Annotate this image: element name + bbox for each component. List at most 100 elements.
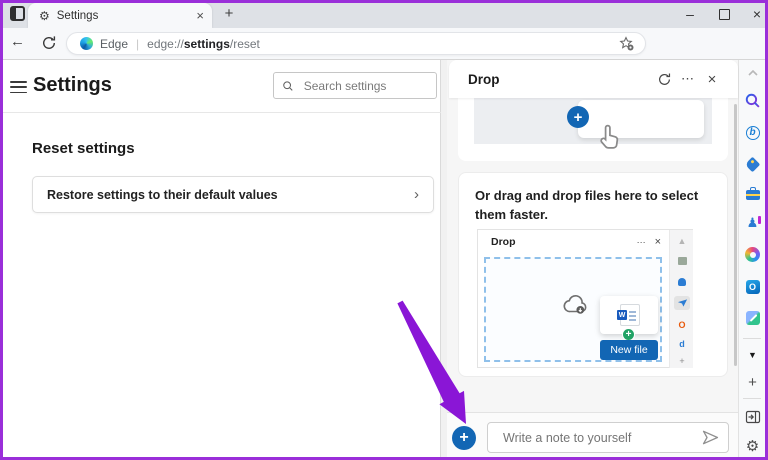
bing-chat-icon: b xyxy=(746,126,760,140)
drag-drop-text: Or drag and drop files here to select th… xyxy=(475,186,715,224)
drop-screenshot: Drop ⋯ × W + xyxy=(477,229,693,368)
sidebar-tools-button[interactable] xyxy=(742,184,763,205)
sidebar-search-button[interactable] xyxy=(742,90,763,111)
sidebar-panel-toggle-button[interactable] xyxy=(742,406,763,427)
sync-icon xyxy=(657,72,672,87)
mini-drop-header: Drop ⋯ × xyxy=(478,230,669,254)
restore-settings-row[interactable]: Restore settings to their default values… xyxy=(32,176,434,213)
address-url: edge://settings/reset xyxy=(147,37,260,51)
drop-panel-title: Drop xyxy=(468,72,652,87)
sidebar-divider-2 xyxy=(743,398,761,399)
mini-icon-image xyxy=(674,254,690,268)
note-input-box[interactable] xyxy=(487,422,729,453)
send-icon[interactable] xyxy=(701,429,720,446)
mini-sidebar: ▲ O d + xyxy=(669,230,693,368)
note-composer: + xyxy=(447,412,738,457)
panel-more-options-button[interactable]: ⋯ xyxy=(676,67,700,91)
star-gear-icon xyxy=(619,36,635,52)
sidebar-search-icon xyxy=(744,92,761,109)
maximize-button[interactable] xyxy=(709,0,739,28)
address-engine-label: Edge xyxy=(100,37,128,51)
edge-logo-icon xyxy=(80,37,93,50)
sidebar-games-button[interactable]: ♟ xyxy=(742,212,763,233)
mini-icon-arrow: ▲ xyxy=(674,234,690,248)
tab-gear-icon: ⚙ xyxy=(39,10,50,22)
panel-scrollbar[interactable] xyxy=(734,104,737,366)
hand-cursor-icon xyxy=(600,124,622,150)
drag-drop-card: Or drag and drop files here to select th… xyxy=(458,172,728,377)
search-icon xyxy=(282,79,294,93)
word-logo: W xyxy=(617,310,627,320)
tab-close-icon[interactable]: × xyxy=(196,9,204,22)
toolbox-icon xyxy=(746,190,760,200)
close-window-button[interactable]: × xyxy=(742,0,768,28)
panel-close-button[interactable]: × xyxy=(700,67,724,91)
sidebar-designer-button[interactable] xyxy=(742,307,763,328)
refresh-icon xyxy=(41,35,57,51)
sidebar-scroll-up-icon[interactable] xyxy=(742,62,763,83)
sidebar-bing-chat-button[interactable]: b xyxy=(742,122,763,143)
sidebar-settings-button[interactable]: ⚙ xyxy=(742,436,763,457)
minimize-button[interactable]: – xyxy=(675,0,705,28)
browser-window: ⚙ Settings × + – × ← Edge | edge://setti… xyxy=(0,0,768,460)
url-emphasis: settings xyxy=(184,37,230,51)
settings-search-box[interactable] xyxy=(273,72,437,99)
restore-settings-label: Restore settings to their default values xyxy=(47,188,414,202)
mini-icon-person xyxy=(674,275,690,289)
mini-icon-office: O xyxy=(674,318,690,332)
mini-icon-plus: + xyxy=(674,354,690,368)
tab-settings[interactable]: ⚙ Settings × xyxy=(28,3,212,28)
settings-search-input[interactable] xyxy=(302,78,428,94)
note-input[interactable] xyxy=(501,430,701,446)
address-bar[interactable]: Edge | edge://settings/reset xyxy=(66,32,646,55)
sidebar-add-button[interactable]: + xyxy=(742,372,763,393)
tab-actions-icon[interactable] xyxy=(10,6,25,21)
edge-sidebar: b ♟ O ▼ + ⚙ xyxy=(738,60,765,457)
chevron-right-icon: › xyxy=(414,186,419,203)
mini-icon-drop-selected xyxy=(674,296,690,310)
address-divider: | xyxy=(136,37,139,51)
sidebar-outlook-button[interactable]: O xyxy=(742,276,763,297)
refresh-button[interactable] xyxy=(41,35,57,56)
drop-intro-card: + xyxy=(458,98,728,161)
maximize-icon xyxy=(719,9,730,20)
drop-illustration: + xyxy=(474,98,712,144)
settings-page: Settings Reset settings Restore settings… xyxy=(0,60,441,457)
drop-panel: Drop ⋯ × + xyxy=(447,60,738,457)
games-pawn-icon: ♟ xyxy=(747,216,759,229)
sync-button[interactable] xyxy=(652,67,676,91)
sidebar-gear-icon: ⚙ xyxy=(746,439,759,454)
tab-title: Settings xyxy=(57,10,197,22)
settings-menu-icon[interactable] xyxy=(10,81,27,94)
page-title: Settings xyxy=(33,74,112,97)
word-file-icon: W xyxy=(620,304,640,326)
illustration-composer-box: + xyxy=(578,100,704,138)
favorite-this-page-button[interactable] xyxy=(619,36,635,52)
mini-icon-blue-app: d xyxy=(674,337,690,351)
mini-more-icon: ⋯ xyxy=(637,237,647,248)
microsoft-365-icon xyxy=(745,247,760,262)
new-file-badge: New file xyxy=(600,340,658,360)
url-prefix: edge:// xyxy=(147,37,184,51)
tab-bar: ⚙ Settings × + – × xyxy=(0,0,768,28)
browser-toolbar: ← Edge | edge://settings/reset xyxy=(0,28,768,60)
mini-drop-title: Drop xyxy=(491,236,637,248)
shopping-tag-icon xyxy=(745,157,761,173)
mini-close-icon: × xyxy=(655,236,661,248)
outlook-icon: O xyxy=(746,280,760,294)
panel-toggle-icon xyxy=(745,409,761,425)
cloud-upload-icon xyxy=(562,294,590,315)
section-heading: Reset settings xyxy=(32,140,135,157)
designer-icon xyxy=(746,311,760,325)
add-file-button[interactable]: + xyxy=(452,426,476,450)
sidebar-m365-button[interactable] xyxy=(742,244,763,265)
drop-panel-header: Drop ⋯ × xyxy=(449,60,738,98)
divider xyxy=(0,112,441,113)
new-tab-button[interactable]: + xyxy=(220,5,238,23)
sidebar-more-apps-button[interactable]: ▼ xyxy=(742,344,763,365)
sidebar-divider xyxy=(743,338,761,339)
illustration-plus-icon: + xyxy=(567,106,589,128)
back-button[interactable]: ← xyxy=(10,33,25,50)
sidebar-shopping-button[interactable] xyxy=(742,154,763,175)
sidebar-plus-icon: + xyxy=(748,374,757,391)
